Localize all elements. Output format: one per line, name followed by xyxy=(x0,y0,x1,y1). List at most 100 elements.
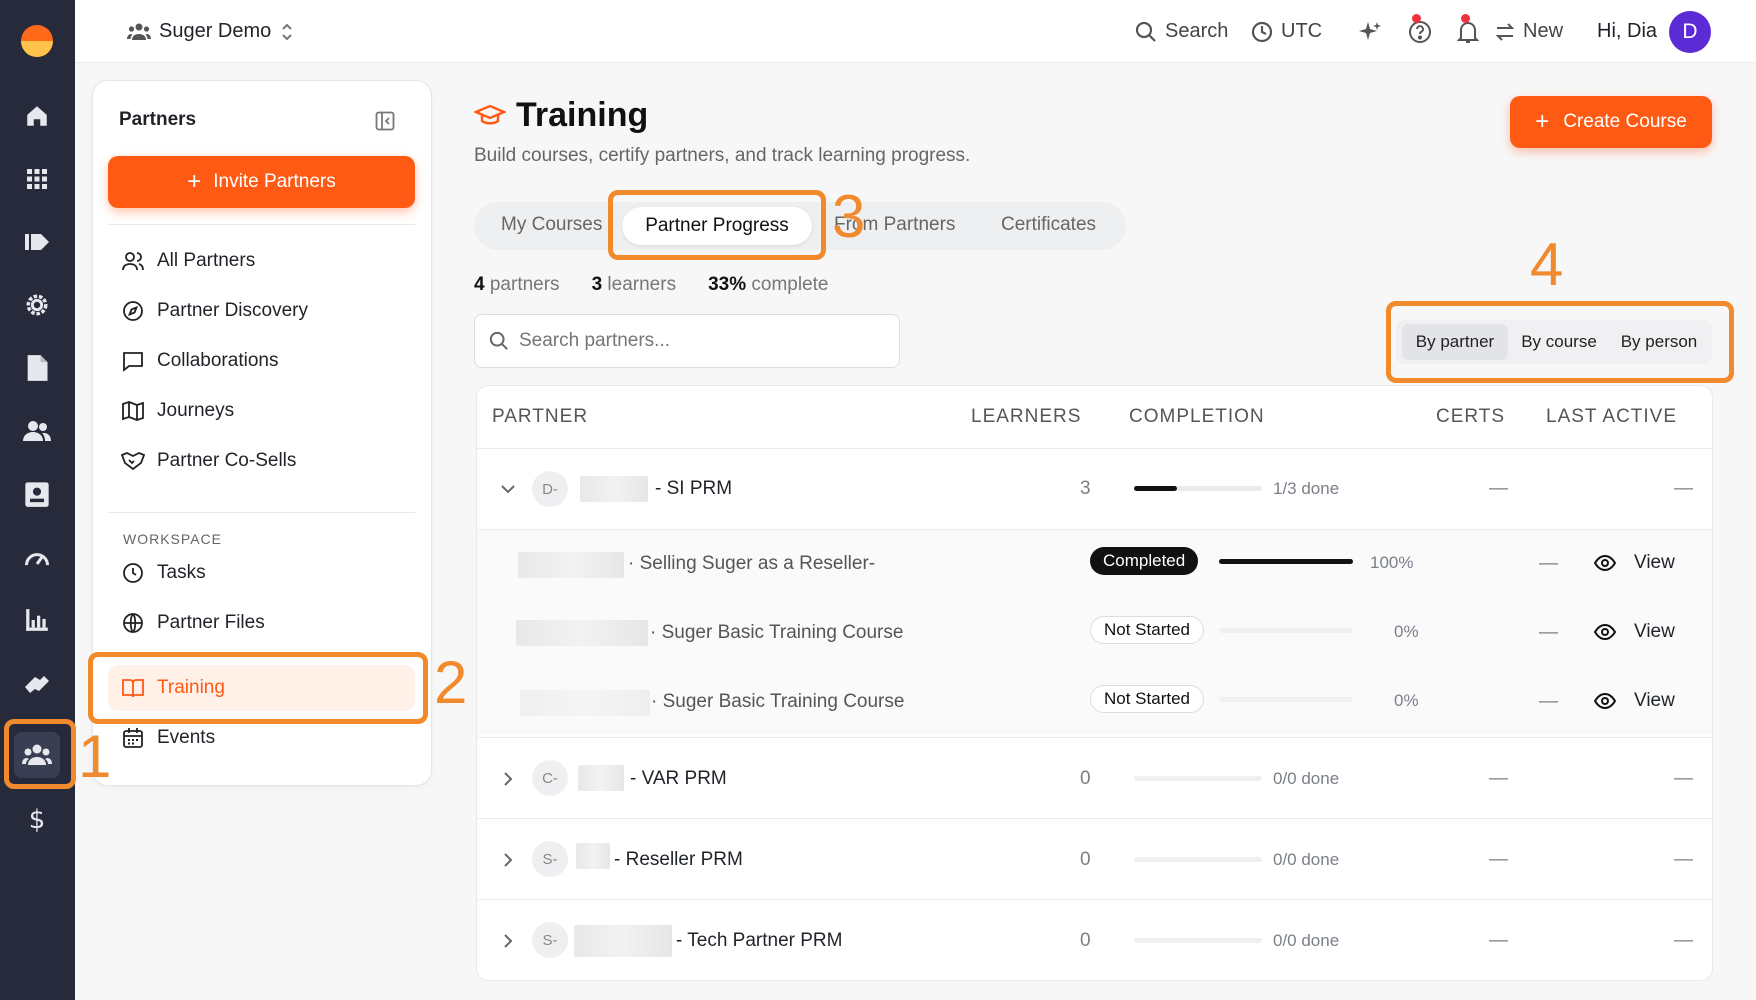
nav-partner-files[interactable]: Partner Files xyxy=(121,603,265,643)
last-active-value: — xyxy=(1674,768,1693,789)
chevron-right-icon[interactable] xyxy=(498,850,518,870)
partner-name: - SI PRM xyxy=(655,478,733,499)
redacted-name xyxy=(574,925,672,957)
divider xyxy=(108,512,415,513)
nav-all-partners[interactable]: All Partners xyxy=(121,241,255,281)
tab-my-courses[interactable]: My Courses xyxy=(501,214,602,236)
contacts-icon[interactable] xyxy=(18,412,56,450)
annotation-box-1 xyxy=(4,719,76,789)
eye-icon xyxy=(1594,624,1616,640)
settings-gear-icon[interactable] xyxy=(18,286,56,324)
view-label: View xyxy=(1634,552,1675,573)
notifications-button[interactable] xyxy=(1457,0,1479,63)
certs-value: — xyxy=(1489,930,1508,951)
chevron-right-icon[interactable] xyxy=(498,769,518,789)
clock-icon xyxy=(121,561,145,585)
user-menu[interactable]: Hi, Dia D xyxy=(1597,0,1712,63)
handshake-icon xyxy=(121,449,145,473)
nav-partner-discovery[interactable]: Partner Discovery xyxy=(121,291,308,331)
help-button[interactable] xyxy=(1408,0,1432,63)
partner-name: - Reseller PRM xyxy=(614,849,743,870)
apps-grid-icon[interactable] xyxy=(18,160,56,198)
nav-collaborations[interactable]: Collaborations xyxy=(121,341,278,381)
timezone-label: UTC xyxy=(1281,20,1323,42)
timezone-button[interactable]: UTC xyxy=(1251,0,1322,63)
nav-label: Partner Co-Sells xyxy=(157,450,297,471)
nav-events[interactable]: Events xyxy=(121,718,215,758)
speedometer-icon[interactable] xyxy=(18,538,56,576)
partner-search-box[interactable] xyxy=(474,314,900,368)
certs-value: — xyxy=(1489,478,1508,499)
listings-icon[interactable] xyxy=(18,223,56,261)
create-course-label: Create Course xyxy=(1563,111,1687,132)
course-certs: — xyxy=(1539,553,1558,574)
view-label: View xyxy=(1634,690,1675,711)
invite-partners-button[interactable]: + Invite Partners xyxy=(108,156,415,208)
workspace-switcher[interactable]: Suger Demo xyxy=(127,0,295,63)
dollar-icon[interactable]: $ xyxy=(18,801,56,839)
partner-name: - Tech Partner PRM xyxy=(676,930,843,951)
eye-icon xyxy=(1594,693,1616,709)
column-header: LAST ACTIVE xyxy=(1546,406,1678,427)
redacted-person xyxy=(518,552,624,578)
course-name: · Suger Basic Training Course xyxy=(651,691,905,712)
compass-icon xyxy=(121,299,145,323)
course-certs: — xyxy=(1539,622,1558,643)
stat-label: complete xyxy=(751,274,829,295)
nav-label: Partner Files xyxy=(157,612,265,633)
completion-text: 0/0 done xyxy=(1273,769,1340,788)
create-course-button[interactable]: + Create Course xyxy=(1510,96,1712,148)
nav-label: Tasks xyxy=(157,562,206,583)
redacted-name xyxy=(580,476,648,502)
nav-journeys[interactable]: Journeys xyxy=(121,391,234,431)
nav-tasks[interactable]: Tasks xyxy=(121,553,206,593)
team-icon xyxy=(127,23,151,40)
handshake-deal-icon[interactable] xyxy=(18,664,56,702)
divider xyxy=(108,224,415,225)
chevron-right-icon[interactable] xyxy=(498,931,518,951)
search-icon xyxy=(1135,21,1156,42)
course-progress-bar xyxy=(1219,697,1353,702)
new-button[interactable]: New xyxy=(1495,0,1563,63)
nav-partner-co-sells[interactable]: Partner Co-Sells xyxy=(121,441,296,481)
chevron-down-icon[interactable] xyxy=(498,479,518,499)
swap-arrows-icon xyxy=(1495,22,1515,41)
column-header: LEARNERS xyxy=(971,406,1082,427)
completion-text: 1/3 done xyxy=(1273,479,1340,498)
search-button[interactable]: Search xyxy=(1135,0,1228,63)
analytics-chart-icon[interactable] xyxy=(18,601,56,639)
globe-icon xyxy=(121,611,145,635)
partner-avatar: S- xyxy=(532,922,568,958)
view-course-button[interactable]: View xyxy=(1594,621,1675,643)
home-icon[interactable] xyxy=(18,97,56,135)
course-name: · Suger Basic Training Course xyxy=(650,622,904,643)
app-logo[interactable] xyxy=(18,22,56,60)
document-icon[interactable] xyxy=(18,349,56,387)
tab-certificates[interactable]: Certificates xyxy=(1001,214,1096,236)
id-card-icon[interactable] xyxy=(18,475,56,513)
completion-text: 0/0 done xyxy=(1273,850,1340,869)
redacted-person xyxy=(516,620,648,646)
chat-icon xyxy=(121,349,145,373)
search-input[interactable] xyxy=(519,330,879,352)
clock-icon xyxy=(1251,21,1273,42)
stat-value: 4 xyxy=(474,274,485,295)
collapse-panel-icon[interactable] xyxy=(375,111,395,131)
view-course-button[interactable]: View xyxy=(1594,552,1675,574)
partner-avatar: C- xyxy=(532,760,568,796)
stat-value: 33% xyxy=(708,274,747,295)
view-course-button[interactable]: View xyxy=(1594,690,1675,712)
tab-label: My Courses xyxy=(501,214,603,235)
nav-label: All Partners xyxy=(157,250,256,271)
workspace-heading: WORKSPACE xyxy=(123,531,222,547)
partner-avatar: S- xyxy=(532,841,568,877)
ai-sparkle-button[interactable] xyxy=(1358,0,1382,63)
stat-value: 3 xyxy=(591,274,603,295)
redacted-name xyxy=(578,765,624,791)
nav-label: Collaborations xyxy=(157,350,279,371)
last-active-value: — xyxy=(1674,478,1693,499)
stat-label: partners xyxy=(489,274,560,295)
stat-label: learners xyxy=(607,274,677,295)
eye-icon xyxy=(1594,555,1616,571)
workspace-name: Suger Demo xyxy=(159,20,272,42)
